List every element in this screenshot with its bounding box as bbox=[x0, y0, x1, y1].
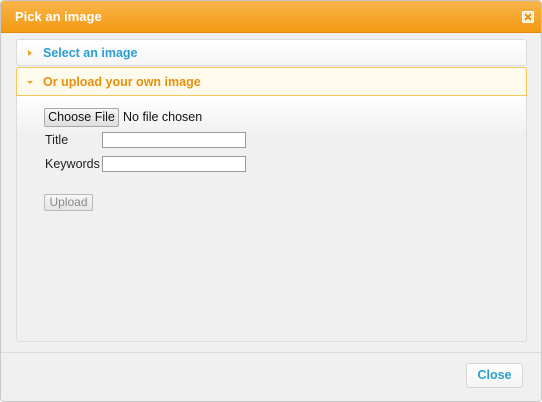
accordion-header-label: Or upload your own image bbox=[43, 75, 201, 89]
file-status-text: No file chosen bbox=[123, 110, 203, 124]
pick-image-dialog: Pick an image Select an image Or upload … bbox=[0, 0, 542, 402]
title-label: Title bbox=[45, 133, 69, 147]
triangle-down-icon bbox=[27, 81, 33, 84]
upload-panel: Choose File No file chosen Title Keyword… bbox=[16, 96, 527, 342]
image-source-accordion: Select an image Or upload your own image… bbox=[16, 39, 527, 342]
accordion-header-upload-image[interactable]: Or upload your own image bbox=[16, 67, 527, 96]
footer-divider bbox=[1, 352, 541, 353]
close-button[interactable]: Close bbox=[466, 363, 523, 388]
upload-button[interactable]: Upload bbox=[44, 194, 93, 211]
title-field[interactable] bbox=[102, 132, 246, 148]
keywords-label: Keywords bbox=[45, 157, 100, 171]
triangle-right-icon bbox=[28, 50, 32, 56]
keywords-field[interactable] bbox=[102, 156, 246, 172]
dialog-titlebar[interactable]: Pick an image bbox=[1, 1, 541, 33]
close-x-icon[interactable] bbox=[522, 11, 534, 23]
accordion-header-select-image[interactable]: Select an image bbox=[16, 39, 527, 66]
accordion-header-label: Select an image bbox=[43, 46, 138, 60]
choose-file-button[interactable]: Choose File bbox=[44, 108, 119, 127]
dialog-title: Pick an image bbox=[15, 9, 102, 24]
